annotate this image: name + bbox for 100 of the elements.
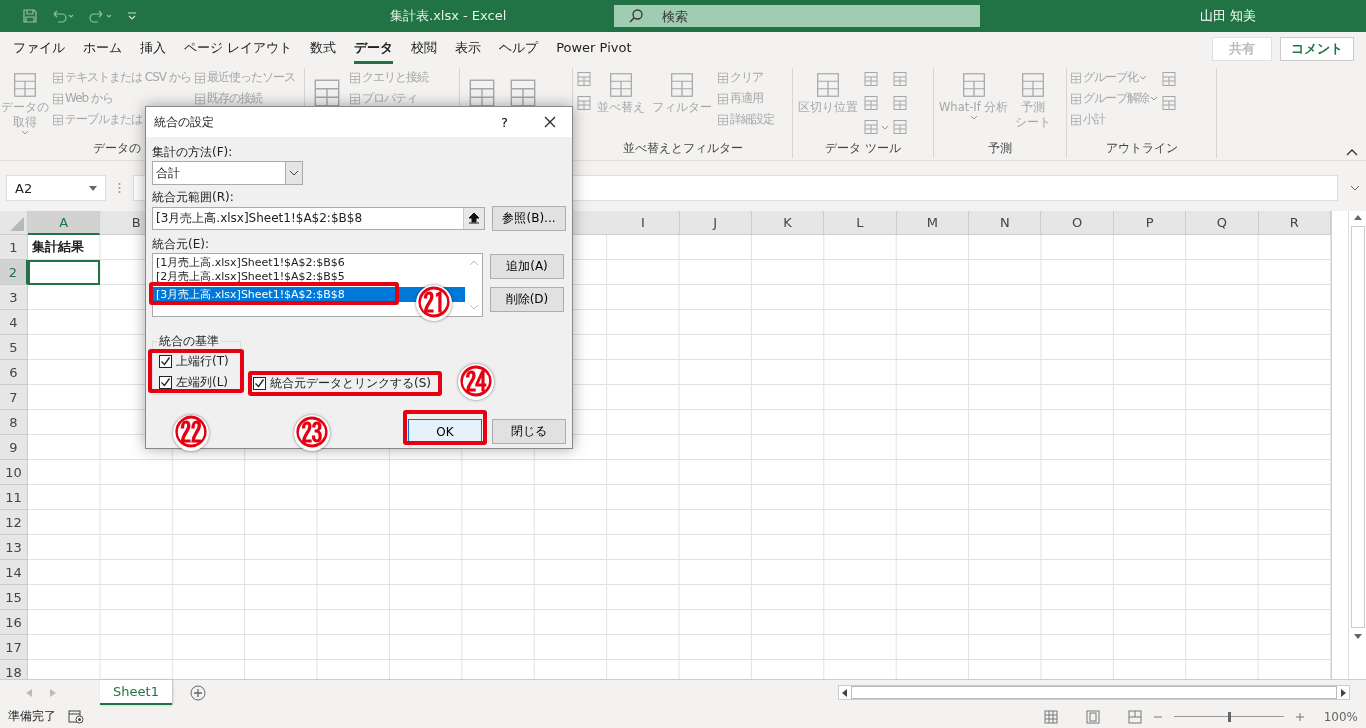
row-header[interactable]: 17 — [0, 635, 28, 660]
search-field[interactable]: 検索 — [614, 5, 981, 27]
collapse-dialog-icon[interactable] — [469, 213, 479, 224]
grid-icon[interactable] — [863, 95, 879, 111]
ribbon-tab[interactable]: 校閲 — [411, 34, 438, 64]
checkbox[interactable] — [159, 376, 172, 389]
scroll-left-icon[interactable] — [842, 688, 847, 697]
ribbon-tab[interactable]: Power Pivot — [556, 36, 632, 62]
scroll-right-icon[interactable] — [1341, 688, 1346, 697]
grid-icon[interactable] — [892, 71, 908, 87]
zoom-level[interactable]: 100% — [1323, 709, 1358, 724]
column-header[interactable]: I — [607, 211, 680, 235]
normal-view-icon[interactable] — [1043, 709, 1058, 724]
column-header[interactable]: K — [751, 211, 825, 235]
row-header[interactable]: 8 — [0, 410, 28, 435]
scroll-down-icon[interactable] — [1353, 634, 1362, 639]
grid-icon[interactable] — [863, 119, 879, 135]
column-header[interactable]: L — [824, 211, 897, 235]
column-header[interactable]: Q — [1186, 211, 1259, 235]
grid-icon[interactable] — [863, 71, 879, 87]
vertical-scrollbar[interactable] — [1348, 211, 1366, 679]
page-layout-icon[interactable] — [1085, 709, 1100, 724]
comment-button[interactable]: コメント — [1280, 37, 1354, 61]
row-header[interactable]: 4 — [0, 310, 28, 335]
grid-icon[interactable] — [1161, 71, 1177, 87]
table-cell[interactable] — [28, 260, 101, 285]
redo-icon[interactable] — [88, 8, 114, 24]
grid-icon[interactable] — [576, 95, 592, 111]
ribbon-tab[interactable]: ヘルプ — [499, 34, 539, 64]
ribbon-tab[interactable]: データ — [354, 34, 394, 64]
function-dropdown[interactable]: 合計 — [152, 161, 303, 185]
ribbon-tab[interactable]: 数式 — [310, 34, 337, 64]
checkbox[interactable] — [253, 377, 266, 390]
row-header[interactable]: 6 — [0, 360, 28, 385]
row-header[interactable]: 5 — [0, 335, 28, 360]
scrollbar-thumb[interactable] — [1350, 226, 1365, 628]
collapse-icon[interactable] — [1346, 148, 1358, 156]
close-button[interactable]: 閉じる — [492, 419, 566, 444]
ribbon-tab[interactable]: ファイル — [13, 34, 65, 64]
help-button[interactable]: ? — [495, 113, 514, 131]
sheet-tab[interactable]: Sheet1 — [100, 680, 172, 705]
row-header[interactable]: 14 — [0, 560, 28, 585]
row-header[interactable]: 9 — [0, 435, 28, 460]
checkbox[interactable] — [159, 355, 172, 368]
row-header[interactable]: 16 — [0, 610, 28, 635]
checkbox-label[interactable]: 上端行(T) — [176, 353, 229, 370]
column-header[interactable]: A — [28, 211, 101, 235]
row-header[interactable]: 10 — [0, 460, 28, 485]
ribbon-tab[interactable]: ページ レイアウト — [184, 34, 293, 64]
row-header[interactable]: 12 — [0, 510, 28, 535]
add-button[interactable]: 追加(A) — [490, 254, 564, 279]
drag-handle-icon[interactable] — [118, 182, 121, 194]
grid-icon[interactable] — [576, 71, 592, 87]
row-header[interactable]: 1 — [0, 235, 28, 260]
previous-sheet-icon[interactable] — [26, 688, 32, 697]
grid-icon — [52, 113, 64, 126]
ribbon-tab[interactable]: 表示 — [455, 34, 482, 64]
ribbon-tab[interactable]: 挿入 — [140, 34, 166, 64]
row-header[interactable]: 3 — [0, 285, 28, 310]
page-break-icon[interactable] — [1127, 709, 1142, 724]
ribbon-tab[interactable]: ホーム — [83, 34, 122, 64]
checkbox-label[interactable]: 左端列(L) — [176, 374, 229, 391]
expand-icon[interactable] — [1350, 185, 1360, 191]
row-header[interactable]: 7 — [0, 385, 28, 410]
list-item[interactable]: [1月売上高.xlsx]Sheet1!$A$2:$B$6 — [153, 256, 465, 270]
list-item[interactable]: [2月売上高.xlsx]Sheet1!$A$2:$B$5 — [153, 270, 465, 284]
row-header[interactable]: 18 — [0, 660, 28, 679]
row-header[interactable]: 13 — [0, 535, 28, 560]
next-sheet-icon[interactable] — [50, 688, 56, 697]
row-header[interactable]: 11 — [0, 485, 28, 510]
scrollbar-thumb[interactable] — [851, 686, 1337, 699]
horizontal-scrollbar[interactable] — [838, 685, 1350, 700]
macro-record-icon[interactable] — [68, 709, 84, 724]
column-header[interactable]: M — [896, 211, 970, 235]
column-header[interactable]: J — [679, 211, 752, 235]
plus-icon[interactable] — [1295, 712, 1304, 721]
delete-button[interactable]: 削除(D) — [490, 287, 564, 312]
column-header[interactable]: O — [1041, 211, 1114, 235]
slider-thumb[interactable] — [1227, 711, 1231, 722]
column-header[interactable]: P — [1113, 211, 1187, 235]
checkbox-label[interactable]: 統合元データとリンクする(S) — [270, 375, 431, 392]
grid-icon[interactable] — [892, 95, 908, 111]
reference-field[interactable]: [3月売上高.xlsx]Sheet1!$A$2:$B$8 — [152, 207, 485, 230]
close-icon[interactable] — [544, 116, 556, 128]
grid-icon[interactable] — [892, 119, 908, 135]
table-cell[interactable]: 集計結果 — [28, 235, 101, 260]
row-header[interactable]: 2 — [0, 260, 28, 285]
browse-button[interactable]: 参照(B)... — [492, 206, 566, 231]
save-icon[interactable] — [22, 8, 38, 24]
row-header[interactable]: 15 — [0, 585, 28, 610]
name-box[interactable]: A2 — [6, 175, 106, 201]
grid-icon — [717, 71, 729, 84]
column-header[interactable]: R — [1258, 211, 1332, 235]
add-sheet-icon[interactable] — [190, 684, 206, 701]
select-all-button[interactable] — [0, 211, 28, 235]
customize-icon[interactable] — [126, 10, 138, 22]
reference-label: 統合元範囲(R): — [152, 189, 235, 206]
column-header[interactable]: N — [969, 211, 1042, 235]
scroll-up-icon[interactable] — [1353, 215, 1362, 220]
grid-icon[interactable] — [1161, 95, 1177, 111]
